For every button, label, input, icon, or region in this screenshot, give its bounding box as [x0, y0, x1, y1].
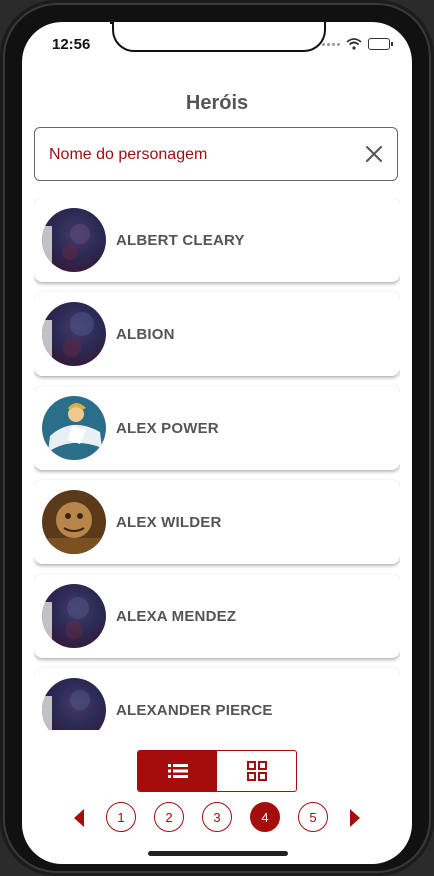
page-button-1[interactable]: 1: [106, 802, 136, 832]
wifi-icon: [346, 38, 362, 50]
hero-avatar: [42, 490, 106, 554]
previous-page-icon[interactable]: [74, 809, 84, 827]
view-toggle: [137, 750, 297, 792]
hero-avatar: [42, 208, 106, 272]
hero-avatar: [42, 302, 106, 366]
hero-card[interactable]: ALBERT CLEARY: [34, 198, 400, 282]
page-button-2[interactable]: 2: [154, 802, 184, 832]
phone-frame: 12:56 Heróis Nome do personagem ALBERT C…: [0, 0, 434, 876]
hero-card[interactable]: ALEXANDER PIERCE: [34, 668, 400, 730]
hero-name: ALEX POWER: [116, 420, 219, 437]
status-time: 12:56: [52, 36, 91, 53]
grid-icon: [246, 761, 267, 781]
hero-name: ALBION: [116, 326, 175, 343]
grid-view-button[interactable]: [217, 751, 296, 791]
page-button-5[interactable]: 5: [298, 802, 328, 832]
battery-icon: [368, 38, 393, 50]
page-button-4[interactable]: 4: [250, 802, 280, 832]
hero-card[interactable]: ALEXA MENDEZ: [34, 574, 400, 658]
status-icons: [322, 38, 393, 50]
hero-list[interactable]: ALBERT CLEARY ALBION ALEX POWER ALEX WIL…: [34, 198, 400, 730]
hero-name: ALEXA MENDEZ: [116, 608, 237, 625]
home-indicator[interactable]: [148, 851, 288, 856]
next-page-icon[interactable]: [350, 809, 360, 827]
list-view-button[interactable]: [138, 751, 217, 791]
page-button-3[interactable]: 3: [202, 802, 232, 832]
hero-name: ALEXANDER PIERCE: [116, 702, 273, 719]
hero-name: ALEX WILDER: [116, 514, 222, 531]
pagination: 1 2 3 4 5: [22, 800, 412, 834]
hero-card[interactable]: ALEX POWER: [34, 386, 400, 470]
hero-card[interactable]: ALEX WILDER: [34, 480, 400, 564]
hero-name: ALBERT CLEARY: [116, 232, 245, 249]
search-input[interactable]: [47, 138, 351, 172]
signal-icon: [322, 42, 340, 46]
hero-card[interactable]: ALBION: [34, 292, 400, 376]
notch: [112, 22, 326, 52]
close-icon[interactable]: [365, 145, 383, 163]
hero-avatar: [42, 678, 106, 730]
hero-avatar: [42, 396, 106, 460]
search-field: [34, 127, 398, 181]
page-title: Heróis: [185, 92, 249, 114]
list-icon: [167, 764, 188, 778]
hero-avatar: [42, 584, 106, 648]
app-screen: 12:56 Heróis Nome do personagem ALBERT C…: [22, 22, 412, 864]
